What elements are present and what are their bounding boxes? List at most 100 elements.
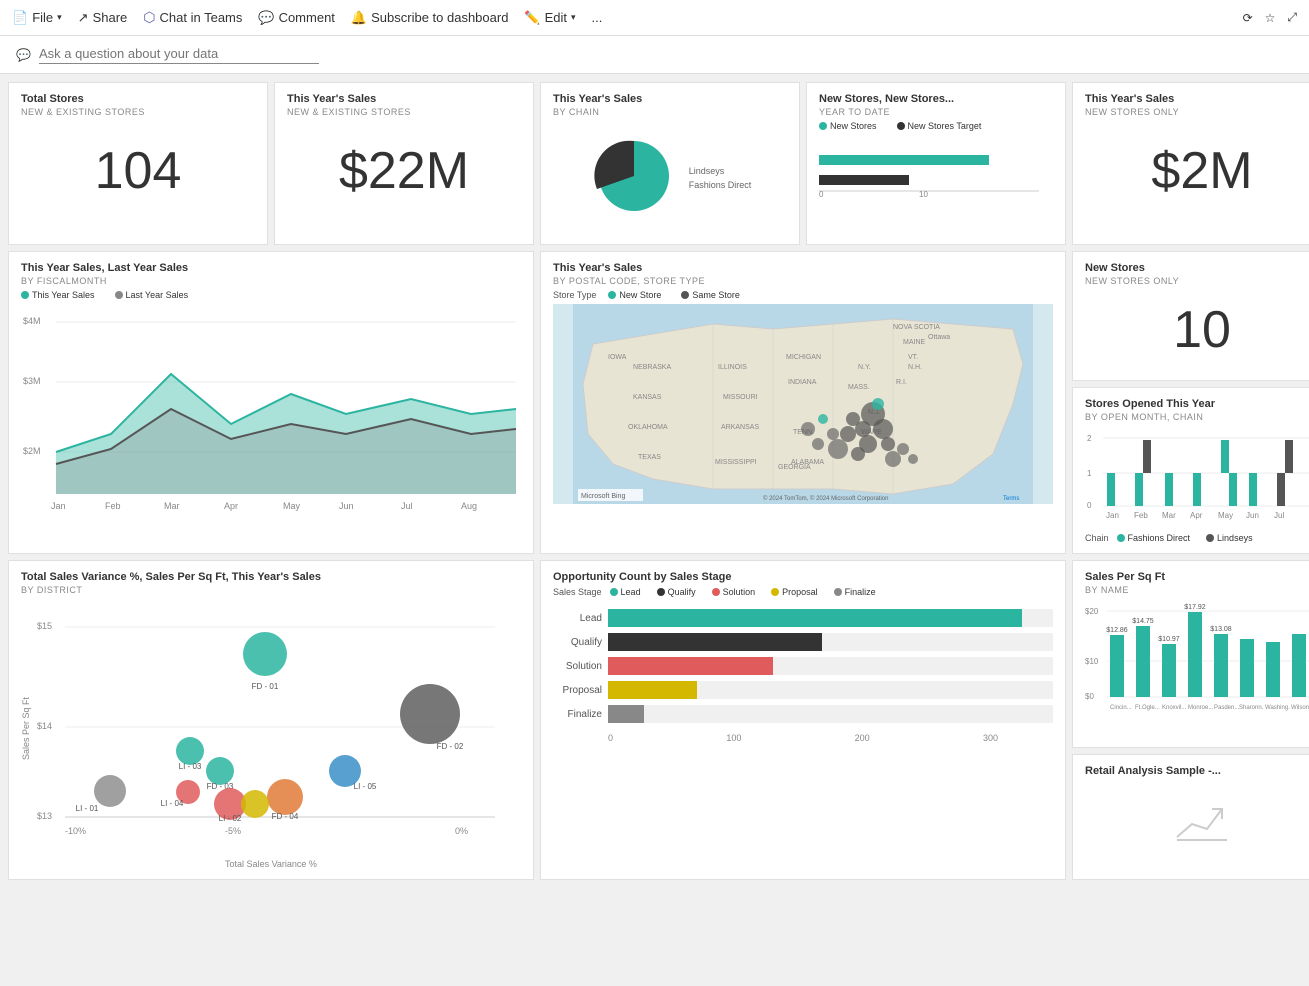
stores-opened-title: Stores Opened This Year xyxy=(1085,398,1309,410)
total-stores-title: Total Stores xyxy=(21,93,255,105)
this-year-sales-subtitle: NEW & EXISTING STORES xyxy=(287,107,521,117)
qa-input[interactable] xyxy=(39,46,319,64)
this-year-new-only-card[interactable]: This Year's Sales NEW STORES ONLY $2M xyxy=(1072,82,1309,245)
svg-text:Pasden...: Pasden... xyxy=(1214,705,1240,711)
retail-sample-icon xyxy=(1172,799,1232,849)
bar-qualify: Qualify xyxy=(553,633,1053,651)
new-stores-count-card[interactable]: New Stores NEW STORES ONLY 10 xyxy=(1072,251,1309,381)
right-col-row2: New Stores NEW STORES ONLY 10 Stores Ope… xyxy=(1072,251,1309,554)
svg-text:$3M: $3M xyxy=(23,376,41,386)
svg-text:KANSAS: KANSAS xyxy=(633,394,662,401)
map-title: This Year's Sales xyxy=(553,262,1053,274)
svg-text:NEBRASKA: NEBRASKA xyxy=(633,364,671,371)
new-stores-bar-chart: 0 10 xyxy=(819,147,1039,197)
legend-new-stores-target: New Stores Target xyxy=(897,121,982,131)
svg-text:-5%: -5% xyxy=(225,826,241,836)
map-card[interactable]: This Year's Sales BY POSTAL CODE, STORE … xyxy=(540,251,1066,554)
chain-label-fashions: Fashions Direct xyxy=(689,180,752,190)
file-menu[interactable]: 📄 File ▾ xyxy=(12,10,62,26)
opportunity-card[interactable]: Opportunity Count by Sales Stage Sales S… xyxy=(540,560,1066,880)
svg-text:Jul: Jul xyxy=(401,501,413,511)
svg-text:Jan: Jan xyxy=(51,501,66,511)
store-type-label: Store Type xyxy=(553,290,596,300)
svg-text:$14.75: $14.75 xyxy=(1132,618,1154,625)
svg-text:0: 0 xyxy=(819,190,824,199)
legend-finalize: Finalize xyxy=(834,587,876,597)
svg-text:LI - 05: LI - 05 xyxy=(354,782,377,791)
svg-text:Jan: Jan xyxy=(1106,511,1119,520)
teams-icon: ⬡ xyxy=(143,9,155,26)
svg-text:GEORGIA: GEORGIA xyxy=(778,464,811,471)
refresh-icon[interactable]: ⟳ xyxy=(1243,11,1253,25)
chain-label-lindseys: Lindseys xyxy=(689,166,752,176)
this-year-new-only-value: $2M xyxy=(1085,121,1309,221)
svg-text:Feb: Feb xyxy=(1134,511,1148,520)
map-subtitle: BY POSTAL CODE, STORE TYPE xyxy=(553,276,1053,286)
dashboard: Total Stores NEW & EXISTING STORES 104 T… xyxy=(0,74,1309,888)
svg-text:0%: 0% xyxy=(455,826,468,836)
stores-opened-card[interactable]: Stores Opened This Year BY OPEN MONTH, C… xyxy=(1072,387,1309,554)
sales-by-chain-title: This Year's Sales xyxy=(553,93,787,105)
right-col-row3: Sales Per Sq Ft BY NAME $20 $10 $0 $12.8… xyxy=(1072,560,1309,880)
new-stores-ytd-card[interactable]: New Stores, New Stores... YEAR TO DATE N… xyxy=(806,82,1066,245)
map-visual[interactable]: NEBRASKA KANSAS OKLAHOMA TEXAS ILLINOIS … xyxy=(553,304,1053,504)
svg-text:LI - 02: LI - 02 xyxy=(219,814,242,823)
qa-bar: 💬 xyxy=(0,36,1309,74)
svg-text:VT.: VT. xyxy=(908,354,918,361)
legend-lead: Lead xyxy=(610,587,641,597)
svg-text:Jun: Jun xyxy=(339,501,354,511)
bubble-chart-card[interactable]: Total Sales Variance %, Sales Per Sq Ft,… xyxy=(8,560,534,880)
svg-text:Microsoft Bing: Microsoft Bing xyxy=(581,493,625,500)
this-year-sales-value: $22M xyxy=(287,121,521,221)
svg-text:MAINE: MAINE xyxy=(903,339,926,346)
subscribe-button[interactable]: 🔔 Subscribe to dashboard xyxy=(351,10,509,26)
svg-text:FD - 02: FD - 02 xyxy=(437,742,464,751)
svg-text:N.Y.: N.Y. xyxy=(858,364,871,371)
edit-button[interactable]: ✏️ Edit ▾ xyxy=(524,10,575,26)
line-chart-card[interactable]: This Year Sales, Last Year Sales BY FISC… xyxy=(8,251,534,554)
new-stores-count-subtitle: NEW STORES ONLY xyxy=(1085,276,1309,286)
svg-text:May: May xyxy=(283,501,301,511)
svg-text:10: 10 xyxy=(919,190,928,199)
legend-this-year: This Year Sales xyxy=(21,290,95,300)
legend-lindseys: Lindseys xyxy=(1206,533,1253,543)
svg-text:LI - 04: LI - 04 xyxy=(161,799,184,808)
svg-text:$17.92: $17.92 xyxy=(1184,604,1206,611)
sales-sqft-title: Sales Per Sq Ft xyxy=(1085,571,1309,583)
retail-sample-card[interactable]: Retail Analysis Sample -... xyxy=(1072,754,1309,880)
this-year-sales-card[interactable]: This Year's Sales NEW & EXISTING STORES … xyxy=(274,82,534,245)
more-menu[interactable]: ... xyxy=(592,10,603,25)
legend-new-store: New Store xyxy=(608,290,661,300)
favorite-icon[interactable]: ☆ xyxy=(1265,11,1276,25)
this-year-new-only-subtitle: NEW STORES ONLY xyxy=(1085,107,1309,117)
bubble-y-axis-label: Sales Per Sq Ft xyxy=(21,697,31,760)
svg-text:Mar: Mar xyxy=(164,501,180,511)
svg-text:OKLAHOMA: OKLAHOMA xyxy=(628,424,668,431)
sales-sqft-card[interactable]: Sales Per Sq Ft BY NAME $20 $10 $0 $12.8… xyxy=(1072,560,1309,748)
legend-last-year: Last Year Sales xyxy=(115,290,189,300)
file-icon: 📄 xyxy=(12,10,28,26)
share-button[interactable]: ↗ Share xyxy=(78,10,128,26)
line-chart-subtitle: BY FISCALMONTH xyxy=(21,276,521,286)
svg-text:Cincin...: Cincin... xyxy=(1110,705,1132,711)
legend-fashions-direct: Fashions Direct xyxy=(1117,533,1191,543)
legend-qualify: Qualify xyxy=(657,587,696,597)
total-stores-subtitle: NEW & EXISTING STORES xyxy=(21,107,255,117)
svg-text:Sharonn.: Sharonn. xyxy=(1239,705,1264,711)
total-stores-card[interactable]: Total Stores NEW & EXISTING STORES 104 xyxy=(8,82,268,245)
comment-button[interactable]: 💬 Comment xyxy=(258,10,335,26)
svg-text:Feb: Feb xyxy=(105,501,121,511)
svg-text:$0: $0 xyxy=(1085,692,1094,701)
chat-teams-button[interactable]: ⬡ Chat in Teams xyxy=(143,9,242,26)
svg-text:Apr: Apr xyxy=(1190,511,1203,520)
svg-text:Wilson L.: Wilson L. xyxy=(1291,705,1309,711)
svg-text:MASS.: MASS. xyxy=(848,384,870,391)
svg-text:Mar: Mar xyxy=(1162,511,1176,520)
svg-text:-10%: -10% xyxy=(65,826,86,836)
legend-new-stores: New Stores xyxy=(819,121,877,131)
svg-text:© 2024 TomTom, © 2024 Microsof: © 2024 TomTom, © 2024 Microsoft Corporat… xyxy=(763,495,888,502)
bar-proposal: Proposal xyxy=(553,681,1053,699)
fullscreen-icon[interactable]: ⤢ xyxy=(1287,10,1297,25)
sales-by-chain-card[interactable]: This Year's Sales BY CHAIN Lindseys Fash… xyxy=(540,82,800,245)
svg-text:$10: $10 xyxy=(1085,657,1099,666)
